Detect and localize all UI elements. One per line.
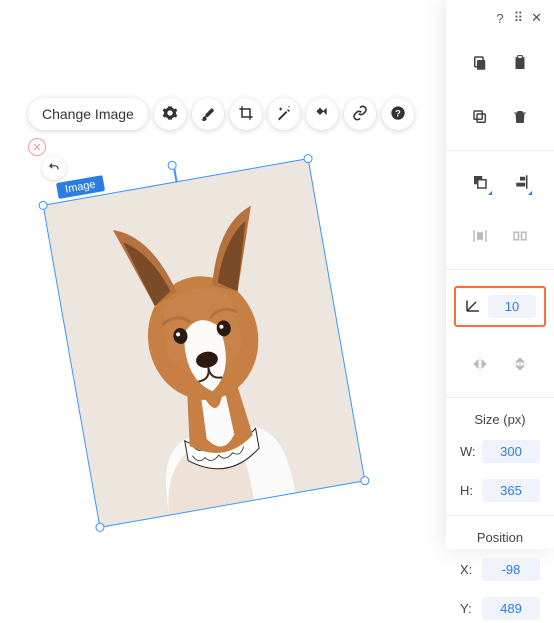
match-size-icon [511, 227, 529, 248]
drag-handle-icon[interactable]: ⠿ [514, 10, 522, 26]
rotation-line [173, 168, 177, 182]
animate-icon [314, 105, 330, 124]
link-button[interactable] [344, 98, 376, 130]
paste-icon [511, 54, 529, 75]
flip-vertical-button[interactable] [506, 351, 534, 379]
height-label: H: [460, 483, 476, 498]
size-section-label: Size (px) [446, 412, 554, 427]
flip-vertical-icon [511, 355, 529, 376]
duplicate-icon [471, 108, 489, 129]
undo-icon [47, 160, 61, 177]
resize-handle-tr[interactable] [303, 153, 313, 163]
distribute-horizontal-icon [471, 227, 489, 248]
flip-horizontal-button[interactable] [466, 351, 494, 379]
flip-horizontal-icon [471, 355, 489, 376]
trash-icon [511, 108, 529, 129]
duplicate-button[interactable] [466, 104, 494, 132]
position-section-label: Position [446, 530, 554, 545]
magic-button[interactable] [268, 98, 300, 130]
change-image-button[interactable]: Change Image [28, 98, 148, 130]
resize-handle-bl[interactable] [95, 522, 105, 532]
brush-button[interactable] [192, 98, 224, 130]
copy-icon [471, 54, 489, 75]
brush-icon [200, 105, 216, 124]
crop-icon [238, 105, 254, 124]
copy-button[interactable] [466, 50, 494, 78]
image-toolbar: Change Image [28, 98, 414, 130]
svg-text:?: ? [395, 108, 401, 118]
animate-button[interactable] [306, 98, 338, 130]
match-size-button [506, 223, 534, 251]
rotation-input[interactable] [488, 295, 536, 318]
gear-icon [162, 105, 178, 124]
link-icon [352, 105, 368, 124]
selected-image[interactable]: Image [44, 159, 365, 527]
x-input[interactable] [482, 558, 540, 581]
selection-box [43, 158, 366, 528]
settings-button[interactable] [154, 98, 186, 130]
y-label: Y: [460, 601, 476, 616]
panel-close-button[interactable]: ✕ [531, 10, 542, 26]
x-label: X: [460, 562, 476, 577]
y-input[interactable] [482, 597, 540, 620]
crop-button[interactable] [230, 98, 262, 130]
bring-forward-icon [471, 173, 489, 194]
undo-button[interactable] [42, 156, 66, 180]
canvas-area[interactable]: Change Image [0, 0, 446, 549]
magic-wand-icon [276, 105, 292, 124]
panel-help-button[interactable]: ? [496, 11, 503, 26]
distribute-horizontal-button [466, 223, 494, 251]
close-icon: ✕ [32, 141, 41, 154]
width-label: W: [460, 444, 476, 459]
properties-panel: ? ⠿ ✕ [446, 0, 554, 549]
help-icon: ? [390, 105, 406, 124]
deselect-button[interactable]: ✕ [28, 138, 46, 156]
align-right-button[interactable] [506, 169, 534, 197]
height-input[interactable] [482, 479, 540, 502]
resize-handle-br[interactable] [360, 475, 370, 485]
bring-forward-button[interactable] [466, 169, 494, 197]
help-button[interactable]: ? [382, 98, 414, 130]
rotation-handle[interactable] [167, 160, 177, 170]
width-input[interactable] [482, 440, 540, 463]
paste-button[interactable] [506, 50, 534, 78]
rotation-control [454, 286, 546, 327]
align-right-icon [511, 173, 529, 194]
delete-button[interactable] [506, 104, 534, 132]
angle-icon [464, 296, 482, 317]
